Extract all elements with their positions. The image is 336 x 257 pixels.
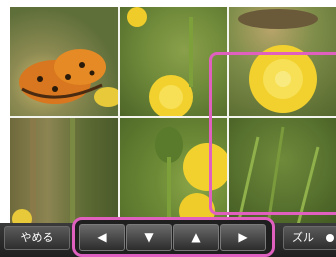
selection-highlight — [209, 52, 336, 215]
zoom-label: ズル — [292, 231, 314, 244]
down-arrow-button[interactable]: ▼ — [126, 224, 172, 251]
left-arrow-button[interactable]: ◀ — [79, 224, 125, 251]
right-arrow-button[interactable]: ▶ — [220, 224, 266, 251]
puzzle-tile-butterfly[interactable] — [10, 7, 118, 116]
dot-icon — [326, 234, 334, 242]
quit-button[interactable]: やめる — [4, 226, 70, 250]
down-arrow-icon: ▼ — [144, 230, 154, 244]
right-arrow-icon: ▶ — [238, 230, 248, 244]
arrow-button-group: ◀ ▼ ▲ ▶ — [72, 217, 275, 257]
puzzle-tile-stems[interactable] — [10, 117, 118, 225]
left-arrow-icon: ◀ — [97, 230, 107, 244]
zoom-button[interactable]: ズル — [283, 226, 336, 250]
butterfly-illustration — [19, 49, 118, 107]
up-arrow-button[interactable]: ▲ — [173, 224, 219, 251]
up-arrow-icon: ▲ — [191, 230, 201, 244]
stems-illustration — [12, 117, 75, 225]
